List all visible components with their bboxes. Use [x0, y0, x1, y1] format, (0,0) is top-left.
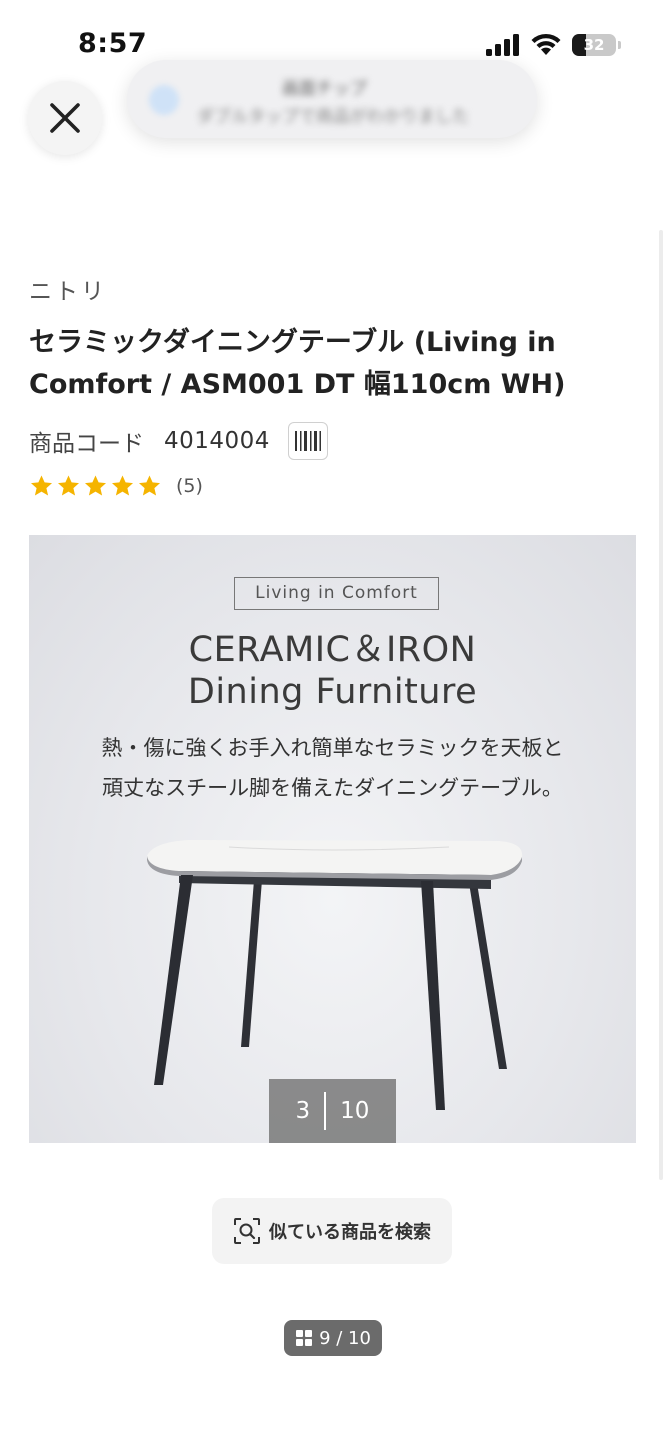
close-button[interactable] [28, 81, 102, 155]
toast-title: 画面チップ [282, 79, 367, 99]
rating-row[interactable]: (5) [29, 470, 203, 502]
star-icon [85, 475, 106, 495]
product-title: セラミックダイニングテーブル (Living in Comfort / ASM0… [29, 327, 566, 400]
barcode-button[interactable] [287, 422, 328, 460]
wifi-icon [531, 33, 561, 55]
image-counter-current: 3 [295, 1098, 311, 1124]
star-rating [29, 474, 164, 499]
visual-search-icon [234, 1218, 260, 1244]
image-counter-total: 10 [340, 1098, 370, 1124]
notification-toast[interactable]: 画面チップ ダブルタップで商品がわかりました [127, 60, 537, 138]
toast-subtitle: ダブルタップで商品がわかりました [197, 107, 469, 127]
toast-icon [149, 85, 179, 115]
star-icon [139, 475, 160, 495]
product-code-label: 商品コード [29, 431, 144, 457]
product-code-value: 4014004 [164, 428, 270, 454]
similar-search-label: 似ている商品を検索 [269, 1222, 431, 1243]
battery-percentage: 32 [583, 36, 605, 54]
product-image[interactable]: Living in Comfort CERAMIC＆IRON Dining Fu… [29, 535, 636, 1143]
review-count: (5) [176, 475, 203, 497]
similar-search-button[interactable]: 似ている商品を検索 [212, 1198, 452, 1264]
page-indicator-label: 9 / 10 [319, 1327, 371, 1349]
star-icon [112, 475, 133, 495]
close-icon [50, 103, 80, 133]
star-icon [31, 475, 52, 495]
scrollbar[interactable] [659, 230, 663, 1180]
product-code-row: 商品コード 4014004 [29, 422, 328, 460]
image-counter: 3 10 [269, 1079, 396, 1143]
barcode-icon [294, 431, 321, 451]
dining-table-illustration [147, 840, 523, 1110]
brand-name[interactable]: ニトリ [29, 272, 107, 306]
grid-icon [296, 1330, 313, 1346]
star-icon [58, 475, 79, 495]
status-time: 8:57 [78, 28, 148, 59]
page-indicator[interactable]: 9 / 10 [284, 1320, 382, 1356]
battery-icon: 32 [572, 34, 622, 56]
cellular-signal-icon [486, 34, 519, 56]
